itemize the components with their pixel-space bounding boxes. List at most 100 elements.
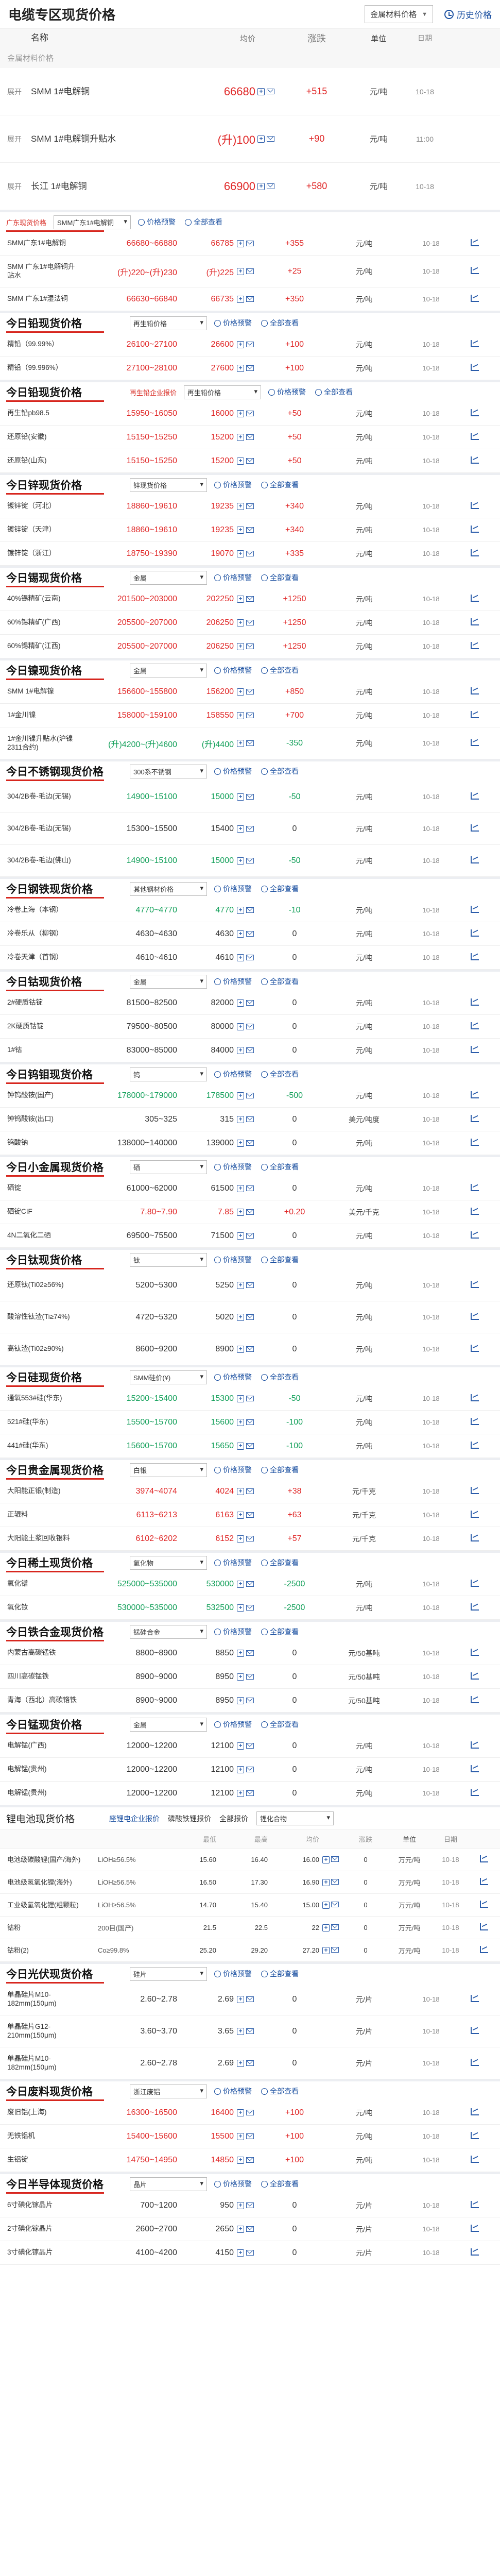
product-name[interactable]: 硒锭CIF [0, 1208, 77, 1216]
chart-link[interactable] [459, 824, 490, 833]
product-name[interactable]: 电池级碳酸锂(国产/海外) [0, 1856, 98, 1864]
price-alert-link[interactable]: 价格预警 [138, 217, 176, 227]
lithium-select[interactable]: 锂化合物 ▾ [256, 1811, 334, 1825]
add-icon[interactable]: + [322, 1946, 330, 1954]
chart-link[interactable] [459, 1046, 490, 1055]
product-name[interactable]: 电池级氢氧化锂(海外) [0, 1878, 98, 1887]
mail-icon[interactable] [246, 1581, 254, 1587]
add-icon[interactable]: + [237, 1313, 244, 1321]
view-all-link[interactable]: 全部查看 [261, 572, 299, 583]
chart-link[interactable] [459, 739, 490, 748]
chart-link[interactable] [459, 2248, 490, 2257]
chart-link[interactable] [459, 929, 490, 938]
product-name[interactable]: 1#金川镍升贴水(沪镍2311合约) [0, 735, 77, 752]
add-icon[interactable]: + [237, 1697, 244, 1704]
mail-icon[interactable] [246, 2110, 254, 2115]
mail-icon[interactable] [246, 1488, 254, 1494]
section-select[interactable]: 晶片 ▾ [130, 2177, 207, 2191]
view-all-link[interactable]: 全部查看 [261, 1162, 299, 1172]
price-alert-link[interactable]: 价格预警 [214, 2179, 252, 2189]
add-icon[interactable]: + [237, 1742, 244, 1750]
chart-link[interactable] [459, 1208, 490, 1216]
chart-link[interactable] [459, 2201, 490, 2210]
view-all-link[interactable]: 全部查看 [261, 665, 299, 675]
view-all-link[interactable]: 全部查看 [261, 1969, 299, 1979]
chart-link[interactable] [459, 239, 490, 248]
chart-link[interactable] [459, 1184, 490, 1193]
view-all-link[interactable]: 全部查看 [261, 480, 299, 490]
chart-link[interactable] [459, 2059, 490, 2067]
chart-link[interactable] [459, 1511, 490, 1519]
section-select[interactable]: 钛 ▾ [130, 1252, 207, 1267]
product-name[interactable]: 441#硅(华东) [0, 1442, 77, 1450]
chart-link[interactable] [459, 1418, 490, 1427]
chart-link[interactable] [459, 1231, 490, 1240]
product-name[interactable]: 通氧553#硅(华东) [0, 1394, 77, 1403]
product-name[interactable]: 60%锡精矿(江西) [0, 642, 77, 651]
product-name[interactable]: 再生铅pb98.5 [0, 409, 77, 418]
chart-link[interactable] [459, 1741, 490, 1750]
price-alert-link[interactable]: 价格预警 [214, 766, 252, 776]
chart-link[interactable] [459, 1995, 490, 2004]
add-icon[interactable]: + [237, 619, 244, 626]
mail-icon[interactable] [246, 2133, 254, 2139]
chart-link[interactable] [459, 364, 490, 372]
chart-link[interactable] [459, 526, 490, 534]
price-alert-link[interactable]: 价格预警 [214, 1069, 252, 1079]
add-icon[interactable]: + [237, 1511, 244, 1519]
add-icon[interactable]: + [257, 88, 265, 95]
mail-icon[interactable] [246, 1047, 254, 1053]
price-alert-link[interactable]: 价格预警 [214, 480, 252, 490]
product-name[interactable]: 镀锌锭（天津） [0, 526, 77, 534]
product-name[interactable]: 冷卷乐从（柳钢） [0, 929, 77, 938]
add-icon[interactable]: + [237, 1115, 244, 1123]
add-icon[interactable]: + [237, 688, 244, 696]
product-name[interactable]: 钴粉(2) [0, 1946, 98, 1955]
chart-link[interactable] [459, 1313, 490, 1321]
product-name[interactable]: 生铝锭 [0, 2156, 77, 2164]
mail-icon[interactable] [246, 1443, 254, 1449]
mail-icon[interactable] [246, 434, 254, 440]
mail-icon[interactable] [246, 1233, 254, 1239]
product-name[interactable]: 3寸碘化镓晶片 [0, 2248, 77, 2257]
chart-link[interactable] [459, 1394, 490, 1403]
product-name[interactable]: 电解锰(贵州) [0, 1789, 77, 1798]
mail-icon[interactable] [246, 1314, 254, 1320]
chart-link[interactable] [469, 1878, 499, 1887]
price-alert-link[interactable]: 价格预警 [214, 1557, 252, 1568]
add-icon[interactable]: + [237, 1789, 244, 1797]
chart-link[interactable] [459, 433, 490, 442]
mail-icon[interactable] [246, 1024, 254, 1029]
chart-link[interactable] [459, 1649, 490, 1657]
section-select[interactable]: SMM广东1#电解铜 ▾ [54, 215, 131, 229]
add-icon[interactable]: + [237, 999, 244, 1007]
product-name[interactable]: 钴粉 [0, 1924, 98, 1932]
chart-link[interactable] [459, 1091, 490, 1100]
add-icon[interactable]: + [237, 2132, 244, 2140]
product-name[interactable]: 硒锭 [0, 1184, 77, 1193]
mail-icon[interactable] [331, 1901, 339, 1907]
view-all-link[interactable]: 全部查看 [261, 1465, 299, 1475]
add-icon[interactable]: + [237, 1139, 244, 1147]
add-icon[interactable]: + [237, 2059, 244, 2067]
chart-link[interactable] [459, 1442, 490, 1450]
add-icon[interactable]: + [237, 240, 244, 247]
mail-icon[interactable] [246, 907, 254, 913]
view-all-link[interactable]: 全部查看 [261, 318, 299, 328]
product-name[interactable]: 钟钨酸铵(出口) [0, 1115, 77, 1124]
mail-icon[interactable] [246, 1396, 254, 1401]
mail-icon[interactable] [246, 1116, 254, 1122]
view-all-link[interactable]: 全部查看 [261, 1626, 299, 1637]
mail-icon[interactable] [331, 1878, 339, 1885]
add-icon[interactable]: + [237, 550, 244, 557]
chart-link[interactable] [459, 1022, 490, 1031]
chart-link[interactable] [459, 711, 490, 720]
chart-link[interactable] [459, 2225, 490, 2233]
mail-icon[interactable] [246, 1419, 254, 1425]
chart-link[interactable] [459, 1487, 490, 1496]
price-alert-link[interactable]: 价格预警 [268, 387, 306, 397]
mail-icon[interactable] [246, 1743, 254, 1749]
mail-icon[interactable] [246, 1093, 254, 1098]
section-select[interactable]: 其他钢材价格 ▾ [130, 882, 207, 896]
mail-icon[interactable] [246, 1996, 254, 2002]
